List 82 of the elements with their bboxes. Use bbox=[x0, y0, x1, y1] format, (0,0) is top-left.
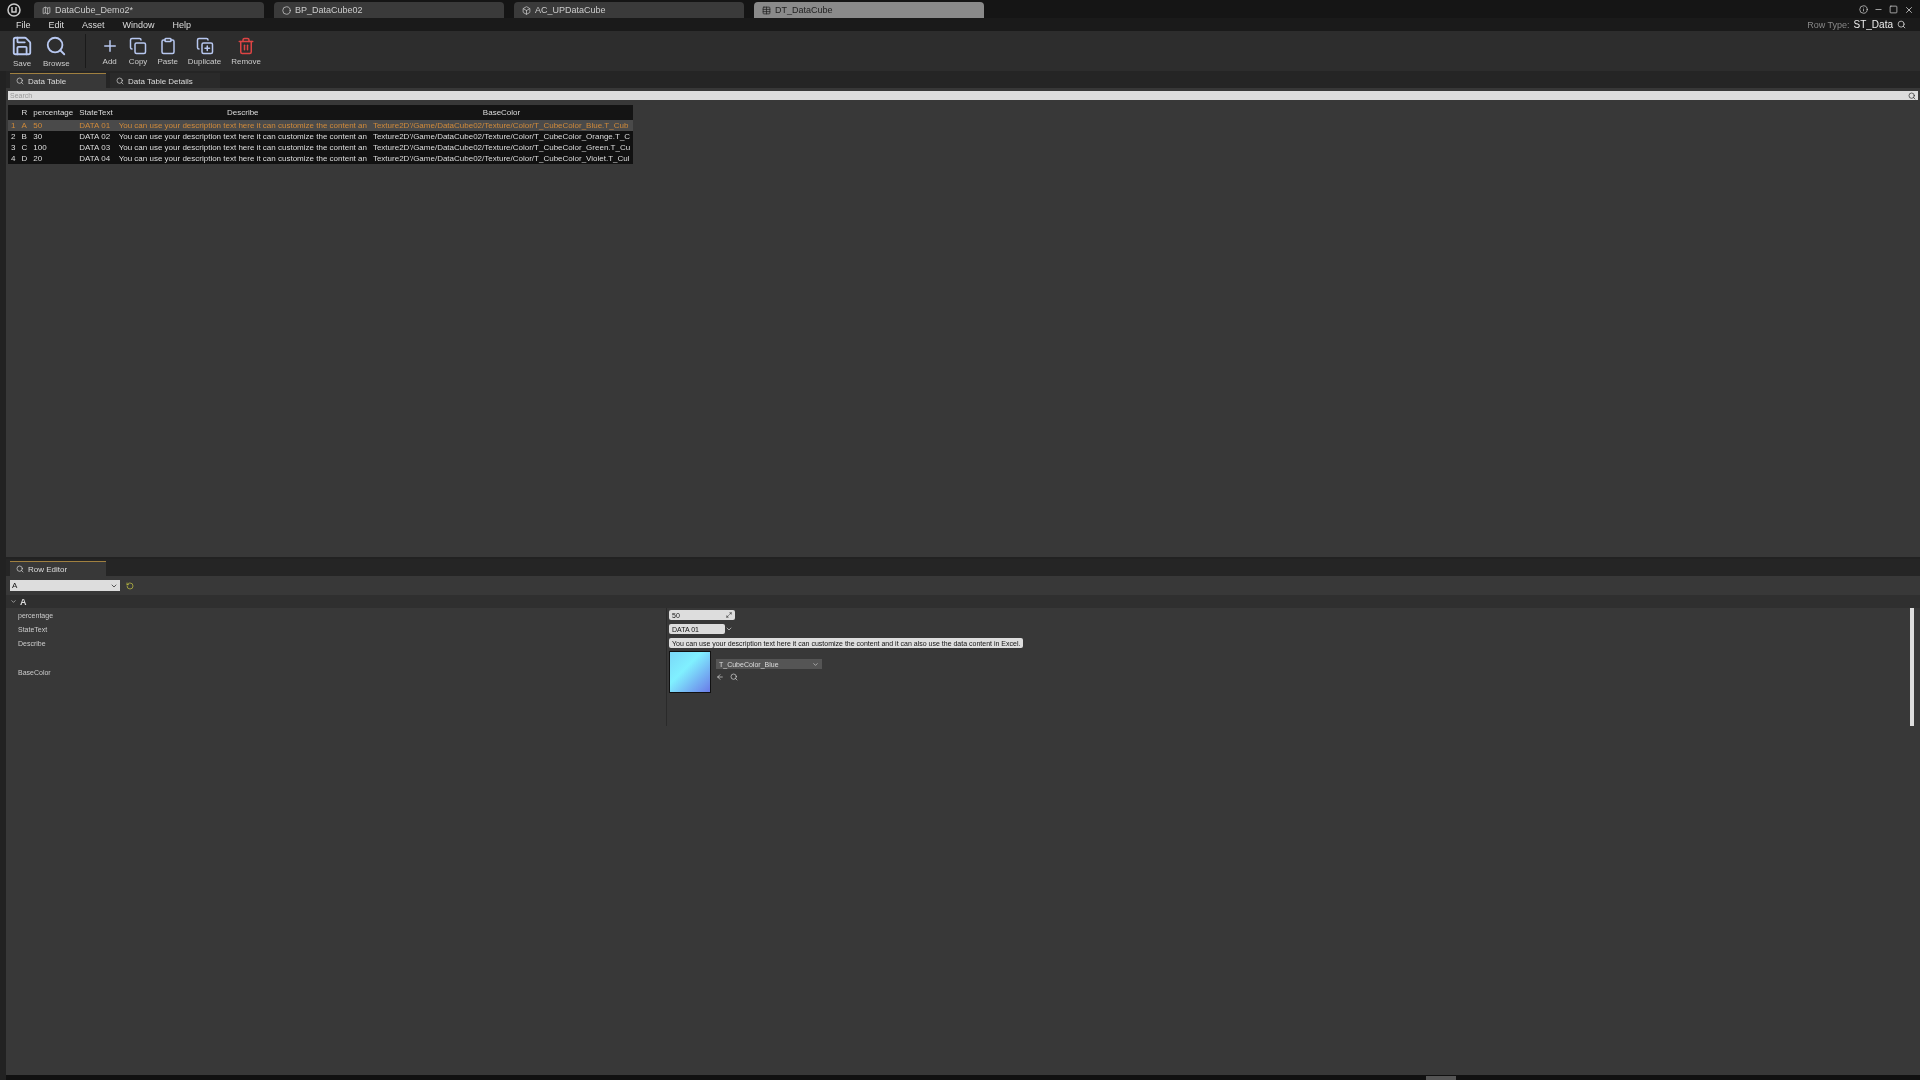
search-icon bbox=[16, 77, 24, 85]
column-header[interactable]: Describe bbox=[115, 105, 370, 120]
asset-type-icon bbox=[762, 5, 771, 15]
browse-icon bbox=[45, 34, 68, 57]
table-cell: Texture2D'/Game/DataCube02/Texture/Color/T_CubeColor_Green.T_Cu bbox=[369, 142, 634, 153]
scrollbar-thumb[interactable] bbox=[1426, 1075, 1456, 1080]
use-selected-icon[interactable] bbox=[716, 673, 724, 681]
table-cell: 2 bbox=[8, 131, 19, 142]
toolbar-button[interactable]: Copy bbox=[125, 34, 151, 68]
menu-item[interactable]: Window bbox=[114, 19, 163, 30]
table-cell: B bbox=[18, 131, 31, 142]
table-cell: DATA 02 bbox=[76, 131, 116, 142]
menu-item[interactable]: Edit bbox=[40, 19, 73, 30]
table-cell: You can use your description text here it can customize the content an bbox=[115, 153, 370, 164]
menu-item[interactable]: File bbox=[8, 19, 39, 30]
table-cell: DATA 01 bbox=[76, 120, 116, 131]
table-cell: Texture2D'/Game/DataCube02/Texture/Color/T_CubeColor_Violet.T_Cul bbox=[369, 153, 634, 164]
table-cell: 30 bbox=[30, 131, 77, 142]
asset-type-icon bbox=[282, 5, 291, 15]
column-header[interactable]: percentage bbox=[30, 105, 77, 120]
table-cell: DATA 04 bbox=[76, 153, 116, 164]
toolbar-button[interactable]: Browse bbox=[40, 32, 73, 70]
search-icon[interactable] bbox=[1908, 91, 1916, 100]
column-header[interactable]: BaseColor bbox=[369, 105, 634, 120]
table-cell: D bbox=[18, 153, 31, 164]
toolbar-button[interactable]: Save bbox=[8, 32, 36, 70]
panel-tab[interactable]: Data Table bbox=[10, 73, 106, 88]
table-cell: You can use your description text here it can customize the content an bbox=[115, 142, 370, 153]
document-tab[interactable]: DT_DataCube bbox=[754, 2, 984, 18]
table-cell: 1 bbox=[8, 120, 19, 131]
expand-icon[interactable] bbox=[10, 598, 17, 605]
toolbar-button[interactable]: Remove bbox=[228, 34, 264, 68]
table-cell: Texture2D'/Game/DataCube02/Texture/Color/T_CubeColor_Blue.T_Cub bbox=[369, 120, 634, 131]
copy-icon bbox=[129, 36, 148, 55]
toolbar-button[interactable]: Add bbox=[97, 34, 122, 68]
search-icon bbox=[116, 77, 124, 85]
table-cell: 4 bbox=[8, 153, 19, 164]
engine-logo-icon bbox=[4, 1, 24, 18]
asset-type-icon bbox=[522, 5, 531, 15]
table-cell: 3 bbox=[8, 142, 19, 153]
menu-item[interactable]: Help bbox=[164, 19, 200, 30]
table-row[interactable]: 3 C 100 DATA 03 You can use your description text here it can customize the content an Texture2D'/Game/DataCube02/Texture/Color/T_CubeColor_Green.T_Cu bbox=[8, 142, 634, 153]
table-row[interactable]: 2 B 30 DATA 02 You can use your description text here it can customize the content an Texture2D'/Game/DataCube02/Texture/Color/T_CubeColor_Orange.T_C bbox=[8, 131, 634, 142]
texture-thumbnail[interactable] bbox=[669, 651, 711, 693]
paste-icon bbox=[158, 36, 177, 55]
document-tab[interactable]: BP_DataCube02 bbox=[274, 2, 504, 18]
close-icon[interactable] bbox=[1904, 4, 1914, 15]
table-cell: A bbox=[18, 120, 31, 131]
asset-type-icon bbox=[42, 5, 51, 15]
row-select[interactable]: A bbox=[10, 580, 120, 591]
row-type-label: Row Type: bbox=[1807, 19, 1850, 30]
table-cell: 100 bbox=[30, 142, 77, 153]
dropdown-icon[interactable] bbox=[725, 625, 733, 633]
maximize-icon[interactable] bbox=[1889, 5, 1898, 14]
document-tab[interactable]: AC_UPDataCube bbox=[514, 2, 744, 18]
panel-tab[interactable]: Row Editor bbox=[10, 561, 106, 576]
column-header[interactable]: StateText bbox=[76, 105, 116, 120]
document-tab[interactable]: DataCube_Demo2* bbox=[34, 2, 264, 18]
table-cell: 20 bbox=[30, 153, 77, 164]
table-cell: Texture2D'/Game/DataCube02/Texture/Color/T_CubeColor_Orange.T_C bbox=[369, 131, 634, 142]
menu-item[interactable]: Asset bbox=[74, 19, 113, 30]
spin-icon[interactable] bbox=[726, 612, 732, 618]
search-icon bbox=[16, 565, 24, 573]
reset-icon[interactable] bbox=[126, 581, 134, 590]
category-header[interactable]: A bbox=[6, 595, 1920, 608]
panel-tab[interactable]: Data Table Details bbox=[110, 73, 220, 88]
column-header[interactable]: R bbox=[18, 105, 31, 120]
dropdown-icon bbox=[812, 660, 819, 668]
table-cell: DATA 03 bbox=[76, 142, 116, 153]
scrollbar[interactable] bbox=[1910, 608, 1914, 726]
duplicate-icon bbox=[195, 36, 214, 55]
info-icon[interactable] bbox=[1859, 5, 1868, 14]
toolbar-button[interactable]: Paste bbox=[154, 34, 181, 68]
row-type-value[interactable]: ST_Data bbox=[1853, 19, 1893, 30]
table-cell: You can use your description text here it can customize the content an bbox=[115, 120, 370, 131]
table-cell: C bbox=[18, 142, 31, 153]
table-row[interactable]: 4 D 20 DATA 04 You can use your description text here it can customize the content an Texture2D'/Game/DataCube02/Texture/Color/T_CubeColor_Violet.T_Cul bbox=[8, 153, 634, 164]
save-icon bbox=[11, 34, 33, 57]
table-cell: 50 bbox=[30, 120, 77, 131]
table-cell: You can use your description text here it can customize the content an bbox=[115, 131, 370, 142]
toolbar-button[interactable]: Duplicate bbox=[184, 34, 225, 68]
remove-icon bbox=[237, 36, 256, 55]
